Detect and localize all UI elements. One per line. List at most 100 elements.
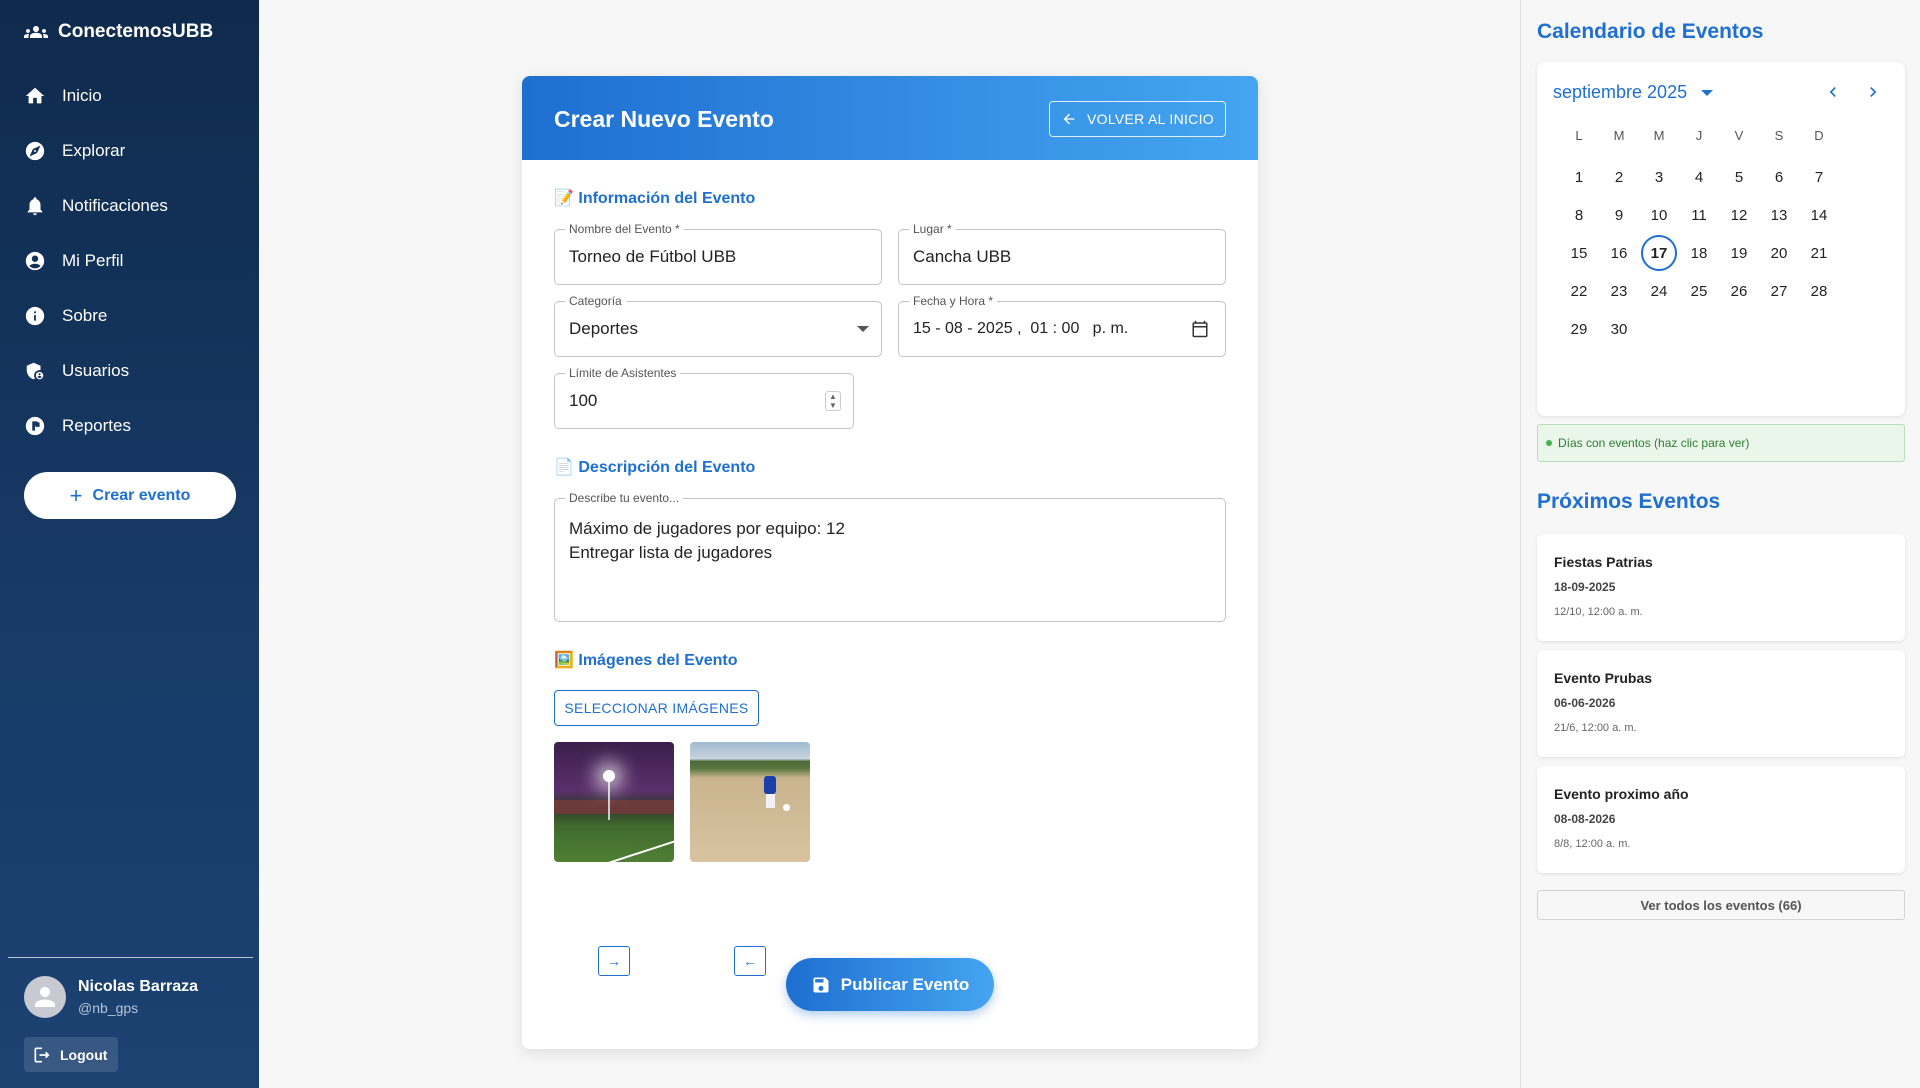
brand[interactable]: ConectemosUBB xyxy=(24,20,213,44)
calendar-day[interactable]: 18 xyxy=(1681,235,1717,271)
move-image-right-button[interactable]: → xyxy=(598,946,630,976)
calendar-month-selector[interactable]: septiembre 2025 xyxy=(1553,82,1714,103)
calendar-day[interactable]: 14 xyxy=(1801,197,1837,233)
event-name-field[interactable]: Nombre del Evento * Torneo de Fútbol UBB xyxy=(554,222,882,285)
field-line-shape xyxy=(595,838,674,862)
calendar-day[interactable]: 27 xyxy=(1761,273,1797,309)
calendar-day[interactable]: 12 xyxy=(1721,197,1757,233)
user-info: Nicolas Barraza @nb_gps xyxy=(24,976,198,1018)
calendar-day[interactable]: 7 xyxy=(1801,159,1837,195)
sidebar-item-sobre[interactable]: Sobre xyxy=(0,288,259,343)
calendar-day[interactable]: 23 xyxy=(1601,273,1637,309)
sidebar-divider xyxy=(8,957,253,958)
calendar-day[interactable]: 6 xyxy=(1761,159,1797,195)
calendar-month-label: septiembre 2025 xyxy=(1553,82,1688,102)
calendar-day[interactable]: 26 xyxy=(1721,273,1757,309)
sidebar-item-label: Sobre xyxy=(62,305,108,325)
description-line: Máximo de jugadores por equipo: 12 xyxy=(569,519,845,538)
publish-event-button[interactable]: Publicar Evento xyxy=(786,958,994,1011)
calendar-day[interactable]: 16 xyxy=(1601,235,1637,271)
calendar-day[interactable]: 21 xyxy=(1801,235,1837,271)
field-value: 15 - 08 - 2025 , 01 : 00 p. m. xyxy=(913,320,1129,337)
logout-button[interactable]: Logout xyxy=(24,1037,118,1072)
calendar-day[interactable]: 15 xyxy=(1561,235,1597,271)
create-event-button[interactable]: + Crear evento xyxy=(24,472,236,519)
upcoming-event-card[interactable]: Fiestas Patrias 18-09-2025 12/10, 12:00 … xyxy=(1537,534,1905,641)
sidebar-item-inicio[interactable]: Inicio xyxy=(0,68,259,123)
card-header: Crear Nuevo Evento VOLVER AL INICIO xyxy=(522,76,1258,160)
section-images-title: 🖼️ Imágenes del Evento xyxy=(554,652,738,669)
upcoming-title: Próximos Eventos xyxy=(1537,490,1721,513)
stands-shape xyxy=(554,800,674,814)
calendar-day[interactable]: 9 xyxy=(1601,197,1637,233)
section-description-title: 📄 Descripción del Evento xyxy=(554,459,756,476)
calendar-day[interactable]: 22 xyxy=(1561,273,1597,309)
view-all-events-button[interactable]: Ver todos los eventos (66) xyxy=(1537,890,1905,920)
calendar-day[interactable]: 24 xyxy=(1641,273,1677,309)
event-time: 8/8, 12:00 a. m. xyxy=(1554,838,1631,850)
select-images-button[interactable]: SELECCIONAR IMÁGENES xyxy=(554,690,759,726)
calendar-day[interactable]: 8 xyxy=(1561,197,1597,233)
calendar-next-month[interactable] xyxy=(1861,80,1885,104)
attendee-limit-field[interactable]: Límite de Asistentes 100 ▲ ▼ xyxy=(554,366,854,429)
calendar-day[interactable]: 5 xyxy=(1721,159,1757,195)
category-select[interactable]: Categoría Deportes xyxy=(554,294,882,357)
bell-icon xyxy=(27,196,43,215)
sidebar-item-mi-perfil[interactable]: Mi Perfil xyxy=(0,233,259,288)
publish-label: Publicar Evento xyxy=(840,974,970,994)
calendar-day[interactable]: 29 xyxy=(1561,311,1597,347)
description-textarea[interactable]: Describe tu evento... Máximo de jugadore… xyxy=(554,491,1226,622)
legend-text: Días con eventos (haz clic para ver) xyxy=(1558,436,1750,450)
move-image-left-button[interactable]: ← xyxy=(734,946,766,976)
sidebar-item-explorar[interactable]: Explorar xyxy=(0,123,259,178)
calendar-day[interactable]: 19 xyxy=(1721,235,1757,271)
calendar-day[interactable]: 11 xyxy=(1681,197,1717,233)
info-icon xyxy=(25,306,45,325)
weekday-header: M xyxy=(1613,128,1625,143)
field-label: Fecha y Hora * xyxy=(909,294,998,308)
weekday-header: S xyxy=(1774,128,1784,143)
sidebar-item-label: Inicio xyxy=(62,85,102,105)
calendar-prev-month[interactable] xyxy=(1821,80,1845,104)
field-label: Nombre del Evento * xyxy=(565,222,684,236)
event-name: Evento proximo año xyxy=(1554,786,1689,802)
calendar-day[interactable]: 4 xyxy=(1681,159,1717,195)
calendar-day[interactable]: 28 xyxy=(1801,273,1837,309)
back-button-label: VOLVER AL INICIO xyxy=(1087,111,1214,127)
ball-shape xyxy=(783,804,790,811)
event-date: 06-06-2026 xyxy=(1554,696,1616,710)
calendar-day-today[interactable]: 17 xyxy=(1641,235,1677,271)
logout-label: Logout xyxy=(60,1046,108,1063)
upcoming-event-card[interactable]: Evento proximo año 08-08-2026 8/8, 12:00… xyxy=(1537,766,1905,873)
chevron-down-icon xyxy=(857,326,869,332)
datetime-field[interactable]: Fecha y Hora * 15 - 08 - 2025 , 01 : 00 … xyxy=(898,294,1226,357)
sidebar-item-usuarios[interactable]: Usuarios xyxy=(0,343,259,398)
avatar[interactable] xyxy=(24,976,66,1018)
upcoming-event-card[interactable]: Evento Prubas 06-06-2026 21/6, 12:00 a. … xyxy=(1537,650,1905,757)
sidebar-nav: Inicio Explorar Notificaciones Mi Perfil… xyxy=(0,68,259,453)
calendar-day[interactable]: 1 xyxy=(1561,159,1597,195)
event-date: 08-08-2026 xyxy=(1554,812,1616,826)
event-place-field[interactable]: Lugar * Cancha UBB xyxy=(898,222,1226,285)
calendar-day[interactable]: 25 xyxy=(1681,273,1717,309)
description-line: Entregar lista de jugadores xyxy=(569,543,773,562)
field-value: Torneo de Fútbol UBB xyxy=(569,247,737,266)
calendar-day[interactable]: 13 xyxy=(1761,197,1797,233)
app-name: ConectemosUBB xyxy=(58,21,214,42)
sidebar-item-notificaciones[interactable]: Notificaciones xyxy=(0,178,259,233)
calendar-day[interactable]: 10 xyxy=(1641,197,1677,233)
right-panel: Calendario de Eventos septiembre 2025 L M… xyxy=(1520,0,1920,1088)
user-name: Nicolas Barraza xyxy=(78,978,199,995)
sidebar-item-reportes[interactable]: Reportes xyxy=(0,398,259,453)
calendar-day[interactable]: 20 xyxy=(1761,235,1797,271)
calendar-day[interactable]: 30 xyxy=(1601,311,1637,347)
calendar-day[interactable]: 3 xyxy=(1641,159,1677,195)
weekday-header: M xyxy=(1653,128,1665,143)
calendar-day[interactable]: 2 xyxy=(1601,159,1637,195)
light-pole-shape xyxy=(608,780,610,820)
back-to-home-button[interactable]: VOLVER AL INICIO xyxy=(1049,101,1226,137)
field-label: Describe tu evento... xyxy=(565,491,684,505)
group-icon xyxy=(24,26,48,38)
calendar-icon[interactable] xyxy=(1191,320,1209,338)
number-stepper[interactable]: ▲ ▼ xyxy=(825,391,841,411)
